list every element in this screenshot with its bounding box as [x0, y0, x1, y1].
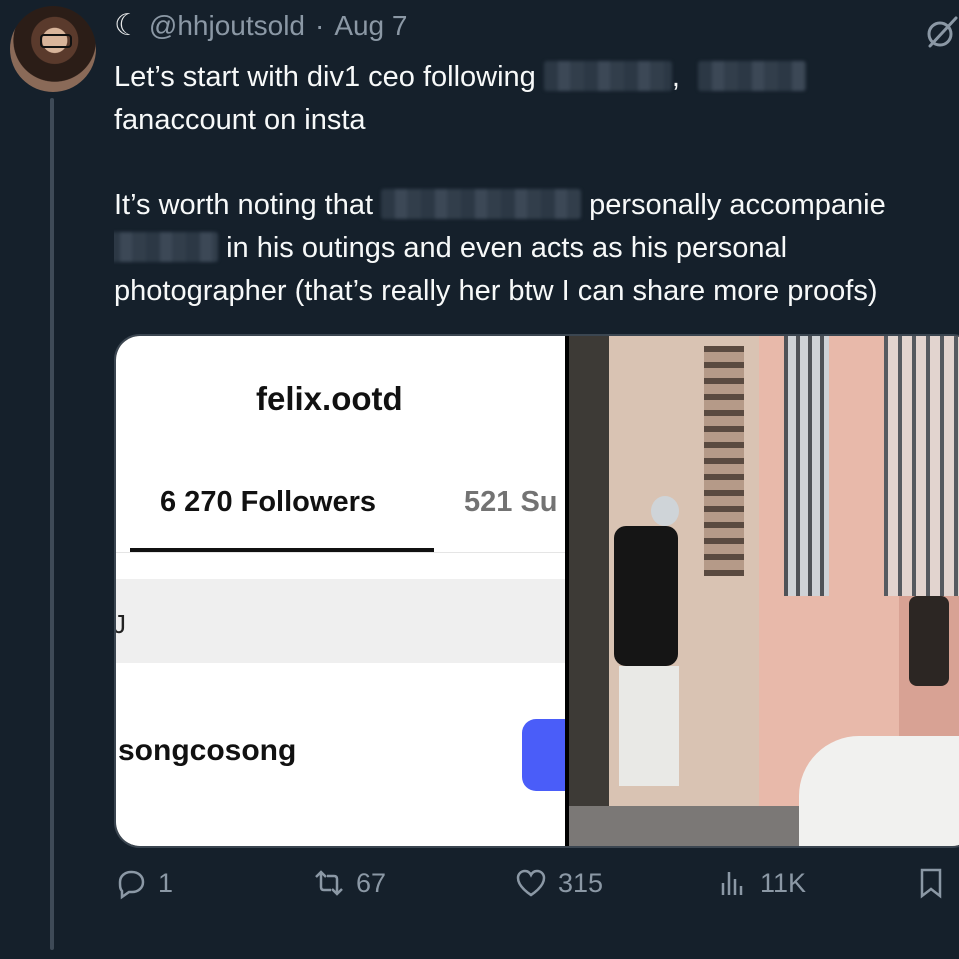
- instagram-screenshot[interactable]: felix.ootd 6 270 Followers 521 Su J song…: [116, 336, 565, 846]
- tweet-line: photographer (that’s really her btw I ca…: [114, 270, 959, 313]
- ig-list-username: songcosong: [118, 734, 297, 767]
- redacted-name-blur: [114, 232, 218, 262]
- like-count: 315: [558, 867, 604, 898]
- repost-count: 67: [356, 867, 387, 898]
- bookmark-button[interactable]: [914, 866, 948, 900]
- tweet-text-segment: personally accompanie: [589, 189, 886, 221]
- tweet-text-segment: It’s worth noting that: [114, 189, 374, 221]
- views-button[interactable]: 11K: [716, 866, 806, 900]
- tweet-date[interactable]: Aug 7: [334, 10, 407, 42]
- tweet-actions: 1 67 315 11K: [114, 866, 959, 916]
- ig-divider: [116, 552, 565, 553]
- header-separator: ·: [314, 9, 325, 41]
- tweet-header: ☾ @hhjoutsold · Aug 7: [114, 8, 407, 43]
- photo-person-jacket: [614, 526, 678, 666]
- tweet-line: in his outings and even acts as his pers…: [114, 227, 959, 270]
- views-count: 11K: [760, 867, 807, 898]
- photo-person-pants: [619, 666, 679, 786]
- heart-icon: [516, 869, 546, 897]
- moon-icon: ☾: [114, 9, 141, 42]
- tweet-line: It’s worth noting that personally accomp…: [114, 184, 959, 227]
- redacted-name-blur: [697, 61, 806, 91]
- ig-search-fragment: J: [116, 609, 126, 640]
- like-button[interactable]: 315: [514, 866, 603, 900]
- reply-button[interactable]: 1: [114, 866, 173, 900]
- repost-icon: [315, 870, 343, 896]
- avatar[interactable]: [10, 6, 96, 92]
- reply-count: 1: [158, 867, 174, 898]
- avatar-glasses-detail: [40, 34, 72, 48]
- redacted-name-blur: [381, 189, 582, 219]
- tweet-line: fanaccount on insta: [114, 99, 959, 142]
- redacted-name-blur: [543, 61, 672, 91]
- ig-follow-button: [522, 719, 565, 791]
- thread-connector-line: [50, 98, 54, 950]
- ig-followers-tab: 6 270 Followers: [160, 486, 376, 518]
- ig-profile-name: felix.ootd: [256, 380, 403, 417]
- photo-doorway: [569, 336, 609, 846]
- street-photo[interactable]: [569, 336, 959, 846]
- ig-following-tab: 521 Su: [464, 486, 558, 518]
- tweet-text-segment: photographer (that’s really her btw I ca…: [114, 275, 878, 307]
- tweet-media[interactable]: felix.ootd 6 270 Followers 521 Su J song…: [114, 334, 959, 848]
- repost-button[interactable]: 67: [312, 866, 386, 900]
- ig-search-bar: J: [116, 579, 565, 663]
- tweet-line: Let’s start with div1 ceo following ,: [114, 56, 959, 99]
- tweet-text-segment: fanaccount on insta: [114, 104, 366, 136]
- author-handle[interactable]: @hhjoutsold: [149, 10, 305, 42]
- photo-window-bars: [784, 336, 829, 596]
- bookmark-icon: [920, 868, 942, 899]
- reply-icon: [118, 870, 145, 900]
- tweet-text-segment: in his outings and even acts as his pers…: [226, 232, 788, 264]
- tweet-text-segment: Let’s start with div1 ceo following: [114, 61, 536, 93]
- photo-person-head: [651, 496, 679, 526]
- photo-car: [799, 736, 959, 846]
- views-chart-icon: [721, 872, 743, 895]
- grok-slash-icon[interactable]: [922, 12, 959, 52]
- photo-photographer: [909, 596, 949, 686]
- tweet-body: Let’s start with div1 ceo following , fa…: [114, 56, 959, 313]
- tweet-text-segment: ,: [671, 61, 680, 93]
- photo-window-bars: [704, 346, 744, 576]
- photo-window-bars: [884, 336, 959, 596]
